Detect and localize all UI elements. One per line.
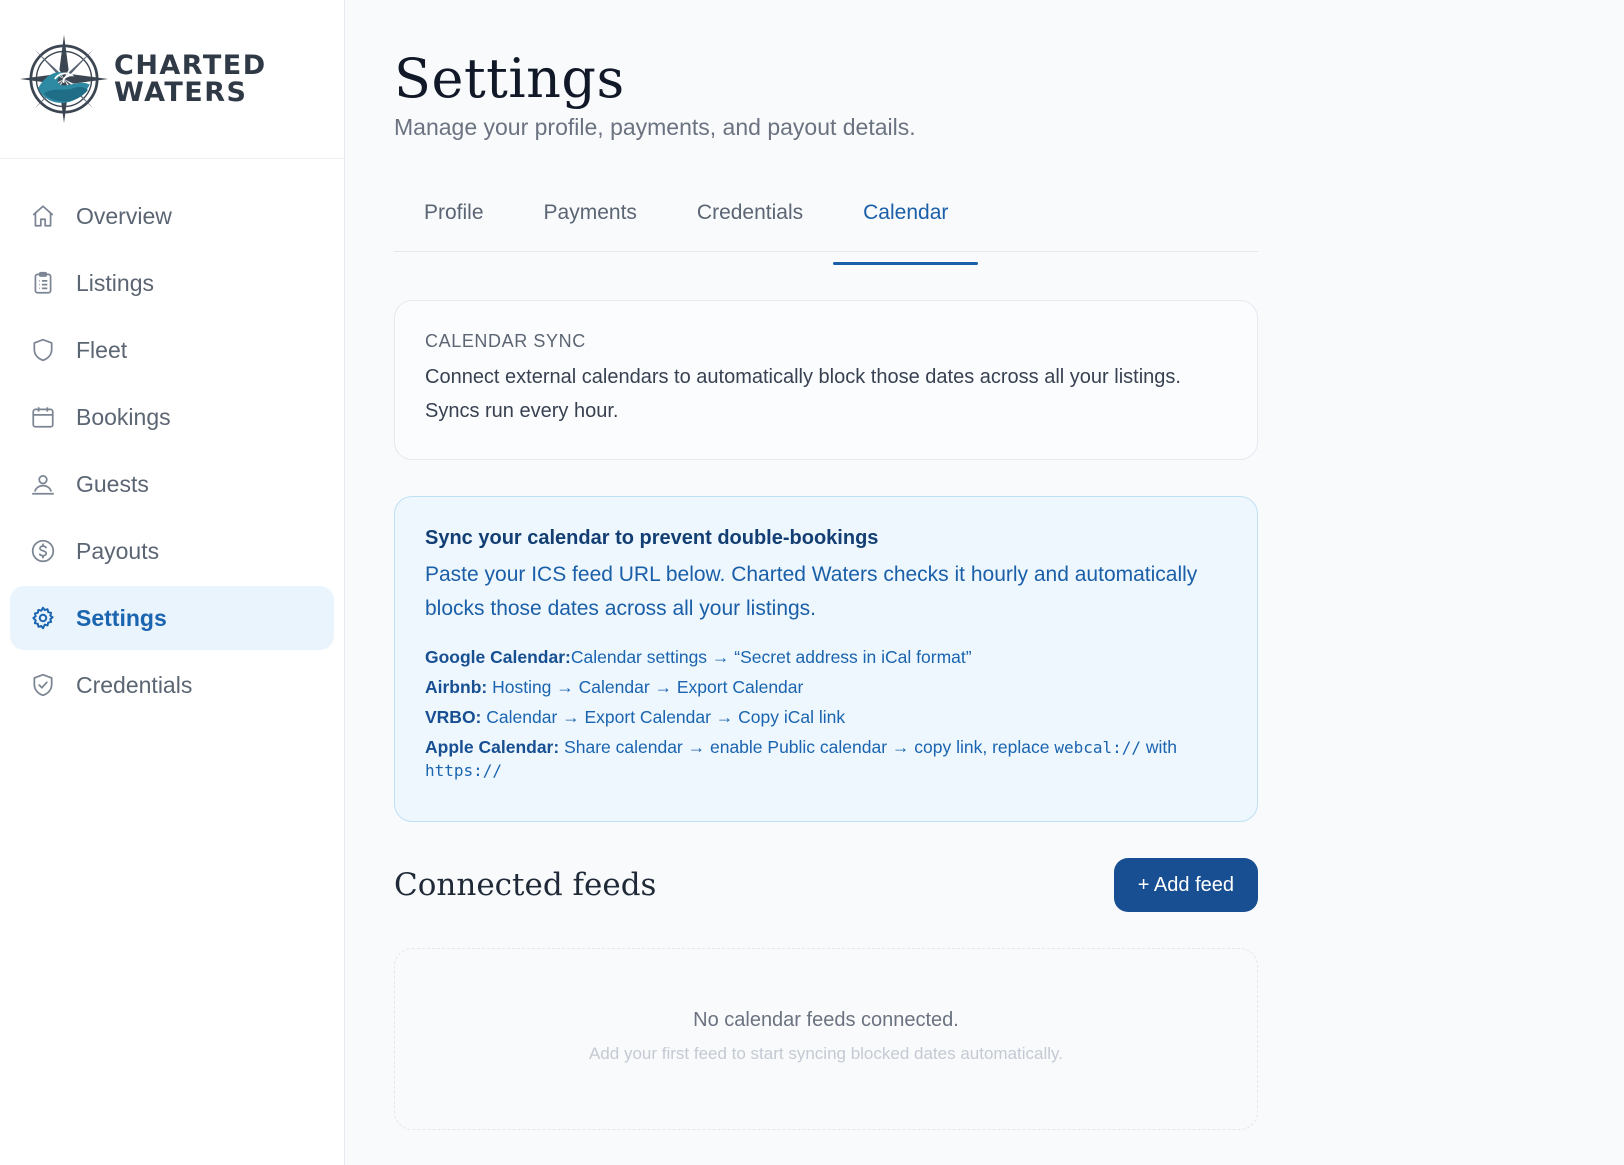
callout-title: Sync your calendar to prevent double-boo…	[425, 527, 879, 549]
code-https: https://	[425, 761, 503, 780]
empty-state-subtitle: Add your first feed to start syncing blo…	[588, 1044, 1064, 1063]
sidebar-item-settings[interactable]: Settings	[10, 586, 334, 650]
brand-line-1: CHARTED	[114, 50, 267, 81]
sidebar-item-label: Guests	[76, 470, 149, 497]
sidebar-nav: Overview Listings Fleet Bookings Guests	[0, 159, 344, 717]
sidebar-item-label: Listings	[76, 269, 154, 296]
page-subtitle: Manage your profile, payments, and payou…	[394, 114, 916, 140]
main-content: Settings Manage your profile, payments, …	[394, 0, 1258, 1130]
sidebar-item-bookings[interactable]: Bookings	[10, 385, 334, 449]
sidebar-item-fleet[interactable]: Fleet	[10, 318, 334, 382]
settings-tabs: Profile Payments Credentials Calendar	[394, 199, 1258, 265]
users-icon	[30, 471, 56, 497]
tab-calendar[interactable]: Calendar	[833, 199, 979, 265]
sidebar-item-listings[interactable]: Listings	[10, 251, 334, 315]
callout-text: Paste your ICS feed URL below. Charted W…	[425, 563, 1198, 620]
tab-profile[interactable]: Profile	[394, 199, 514, 251]
brand-line-2: WATERS	[114, 77, 248, 108]
sidebar-item-payouts[interactable]: Payouts	[10, 519, 334, 583]
brand-name: CHARTED WATERS	[114, 52, 267, 106]
provider-name: Google Calendar:	[425, 647, 571, 667]
instruction-google: Google Calendar:Calendar settings → “Sec…	[425, 642, 1227, 672]
section-title: Connected feeds	[394, 867, 657, 903]
compass-wave-logo-icon	[19, 34, 109, 124]
section-eyebrow: CALENDAR SYNC	[425, 331, 586, 351]
calendar-sync-description: Connect external calendars to automatica…	[425, 366, 1181, 422]
tab-payments[interactable]: Payments	[514, 199, 667, 251]
dollar-icon	[30, 538, 56, 564]
sidebar-item-label: Fleet	[76, 336, 128, 363]
instruction-vrbo: VRBO: Calendar → Export Calendar → Copy …	[425, 702, 1227, 732]
brand-logo[interactable]: CHARTED WATERS	[0, 0, 344, 159]
page-title: Settings	[394, 47, 625, 110]
sidebar-item-label: Payouts	[76, 537, 160, 564]
sidebar-item-label: Overview	[76, 202, 172, 229]
provider-steps: Hosting → Calendar → Export Calendar	[487, 677, 804, 697]
sidebar-item-credentials[interactable]: Credentials	[10, 653, 334, 717]
provider-name: Airbnb:	[425, 677, 488, 697]
instruction-airbnb: Airbnb: Hosting → Calendar → Export Cale…	[425, 672, 1227, 702]
sidebar-item-guests[interactable]: Guests	[10, 452, 334, 516]
sync-help-callout: Sync your calendar to prevent double-boo…	[394, 496, 1258, 822]
gear-icon	[30, 605, 56, 631]
connected-feeds-header: Connected feeds + Add feed	[394, 858, 1258, 912]
feeds-empty-state: No calendar feeds connected. Add your fi…	[394, 948, 1258, 1130]
calendar-icon	[30, 404, 56, 430]
tab-credentials[interactable]: Credentials	[667, 199, 833, 251]
clipboard-icon	[30, 270, 56, 296]
shield-check-icon	[30, 672, 56, 698]
sidebar-item-label: Credentials	[76, 671, 193, 698]
sidebar: CHARTED WATERS Overview Listings Fleet B…	[0, 0, 345, 1165]
provider-steps: Share calendar → enable Public calendar …	[559, 737, 1055, 757]
provider-instructions: Google Calendar:Calendar settings → “Sec…	[425, 642, 1227, 782]
instruction-apple: Apple Calendar: Share calendar → enable …	[425, 732, 1227, 782]
add-feed-button[interactable]: + Add feed	[1113, 858, 1258, 912]
code-webcal: webcal://	[1054, 738, 1142, 757]
sidebar-item-overview[interactable]: Overview	[10, 184, 334, 248]
calendar-sync-card: CALENDAR SYNC Connect external calendars…	[394, 300, 1258, 460]
provider-name: Apple Calendar:	[425, 737, 560, 757]
home-icon	[30, 203, 56, 229]
provider-steps-mid: with	[1141, 737, 1178, 757]
provider-name: VRBO:	[425, 707, 482, 727]
sidebar-item-label: Settings	[76, 604, 167, 631]
shield-icon	[30, 337, 56, 363]
empty-state-title: No calendar feeds connected.	[693, 1009, 959, 1031]
provider-steps: Calendar → Export Calendar → Copy iCal l…	[481, 707, 846, 727]
sidebar-item-label: Bookings	[76, 403, 171, 430]
provider-steps: Calendar settings → “Secret address in i…	[570, 647, 972, 667]
